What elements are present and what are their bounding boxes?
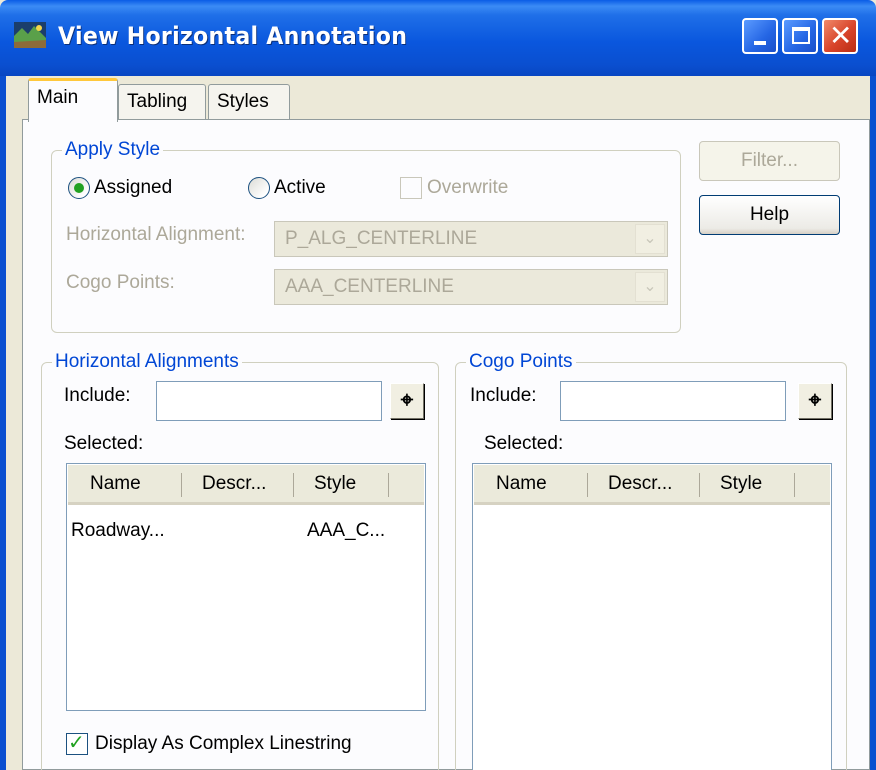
horizontal-alignment-value: P_ALG_CENTERLINE: [285, 228, 478, 249]
ha-list-header: Name Descr... Style: [68, 465, 424, 505]
window-frame-right: [870, 76, 876, 770]
cp-include-label: Include:: [470, 385, 537, 406]
ha-col-style[interactable]: Style: [314, 473, 356, 495]
maximize-icon: [792, 27, 810, 44]
tab-main[interactable]: Main: [28, 78, 118, 122]
column-divider[interactable]: [587, 473, 588, 497]
crosshair-icon: ⌖: [400, 388, 414, 413]
ha-col-name[interactable]: Name: [90, 473, 141, 495]
overwrite-checkbox[interactable]: [400, 177, 422, 199]
cogo-points-legend: Cogo Points: [466, 351, 576, 373]
ha-include-input[interactable]: [156, 381, 382, 421]
checkmark-icon: ✓: [68, 730, 85, 754]
cp-selected-label: Selected:: [484, 433, 564, 454]
crosshair-icon: ⌖: [808, 388, 822, 413]
tab-panel-main: Apply Style Assigned Active Overwrite Ho…: [22, 119, 870, 770]
app-icon: [14, 22, 46, 48]
display-complex-label[interactable]: Display As Complex Linestring: [95, 733, 352, 755]
ha-col-description[interactable]: Descr...: [202, 473, 266, 495]
chevron-down-icon[interactable]: ⌄: [635, 272, 665, 302]
apply-style-group: Apply Style Assigned Active Overwrite Ho…: [51, 139, 681, 333]
active-label[interactable]: Active: [274, 177, 326, 199]
column-divider[interactable]: [181, 473, 182, 497]
assigned-radio[interactable]: [68, 177, 90, 199]
chevron-down-icon[interactable]: ⌄: [635, 224, 665, 254]
active-radio[interactable]: [248, 177, 270, 199]
cp-col-description[interactable]: Descr...: [608, 473, 672, 495]
ha-pick-button[interactable]: ⌖: [390, 383, 424, 419]
maximize-button[interactable]: [782, 18, 818, 54]
window-title: View Horizontal Annotation: [58, 22, 408, 50]
tab-styles[interactable]: Styles: [208, 84, 290, 120]
horizontal-alignment-select[interactable]: P_ALG_CENTERLINE ⌄: [274, 221, 668, 257]
cp-selected-list[interactable]: Name Descr... Style: [472, 463, 832, 770]
column-divider[interactable]: [699, 473, 700, 497]
horizontal-alignments-group: Horizontal Alignments Include: ⌖ Selecte…: [41, 351, 439, 770]
table-row-name[interactable]: Roadway...: [71, 520, 165, 542]
cogo-points-style-select[interactable]: AAA_CENTERLINE ⌄: [274, 269, 668, 305]
minimize-button[interactable]: [742, 18, 778, 54]
filter-button[interactable]: Filter...: [699, 141, 840, 181]
tab-tabling[interactable]: Tabling: [118, 84, 206, 120]
display-complex-checkbox[interactable]: ✓: [66, 730, 88, 755]
column-divider[interactable]: [794, 473, 795, 497]
column-divider[interactable]: [293, 473, 294, 497]
overwrite-label[interactable]: Overwrite: [427, 177, 508, 199]
minimize-icon: [754, 41, 766, 45]
horizontal-alignments-legend: Horizontal Alignments: [52, 351, 242, 373]
cp-col-name[interactable]: Name: [496, 473, 547, 495]
help-button[interactable]: Help: [699, 195, 840, 235]
table-row-style[interactable]: AAA_C...: [307, 520, 385, 542]
cogo-points-style-value: AAA_CENTERLINE: [285, 276, 454, 297]
cp-pick-button[interactable]: ⌖: [798, 383, 832, 419]
cogo-points-style-label: Cogo Points:: [66, 272, 175, 293]
cogo-points-group: Cogo Points Include: ⌖ Selected: Name De…: [455, 351, 847, 770]
ha-selected-label: Selected:: [64, 433, 144, 454]
ha-include-label: Include:: [64, 385, 131, 406]
ha-selected-list[interactable]: Name Descr... Style Roadway... AAA_C...: [66, 463, 426, 711]
horizontal-alignment-label: Horizontal Alignment:: [66, 224, 246, 245]
close-icon: ✕: [829, 19, 853, 52]
cp-include-input[interactable]: [560, 381, 786, 421]
assigned-label[interactable]: Assigned: [94, 177, 172, 199]
cp-col-style[interactable]: Style: [720, 473, 762, 495]
column-divider[interactable]: [388, 473, 389, 497]
apply-style-legend: Apply Style: [62, 139, 164, 161]
cp-list-header: Name Descr... Style: [474, 465, 830, 505]
window-frame-left: [0, 76, 6, 770]
title-bar[interactable]: View Horizontal Annotation ✕: [0, 0, 876, 76]
close-button[interactable]: ✕: [822, 18, 858, 54]
